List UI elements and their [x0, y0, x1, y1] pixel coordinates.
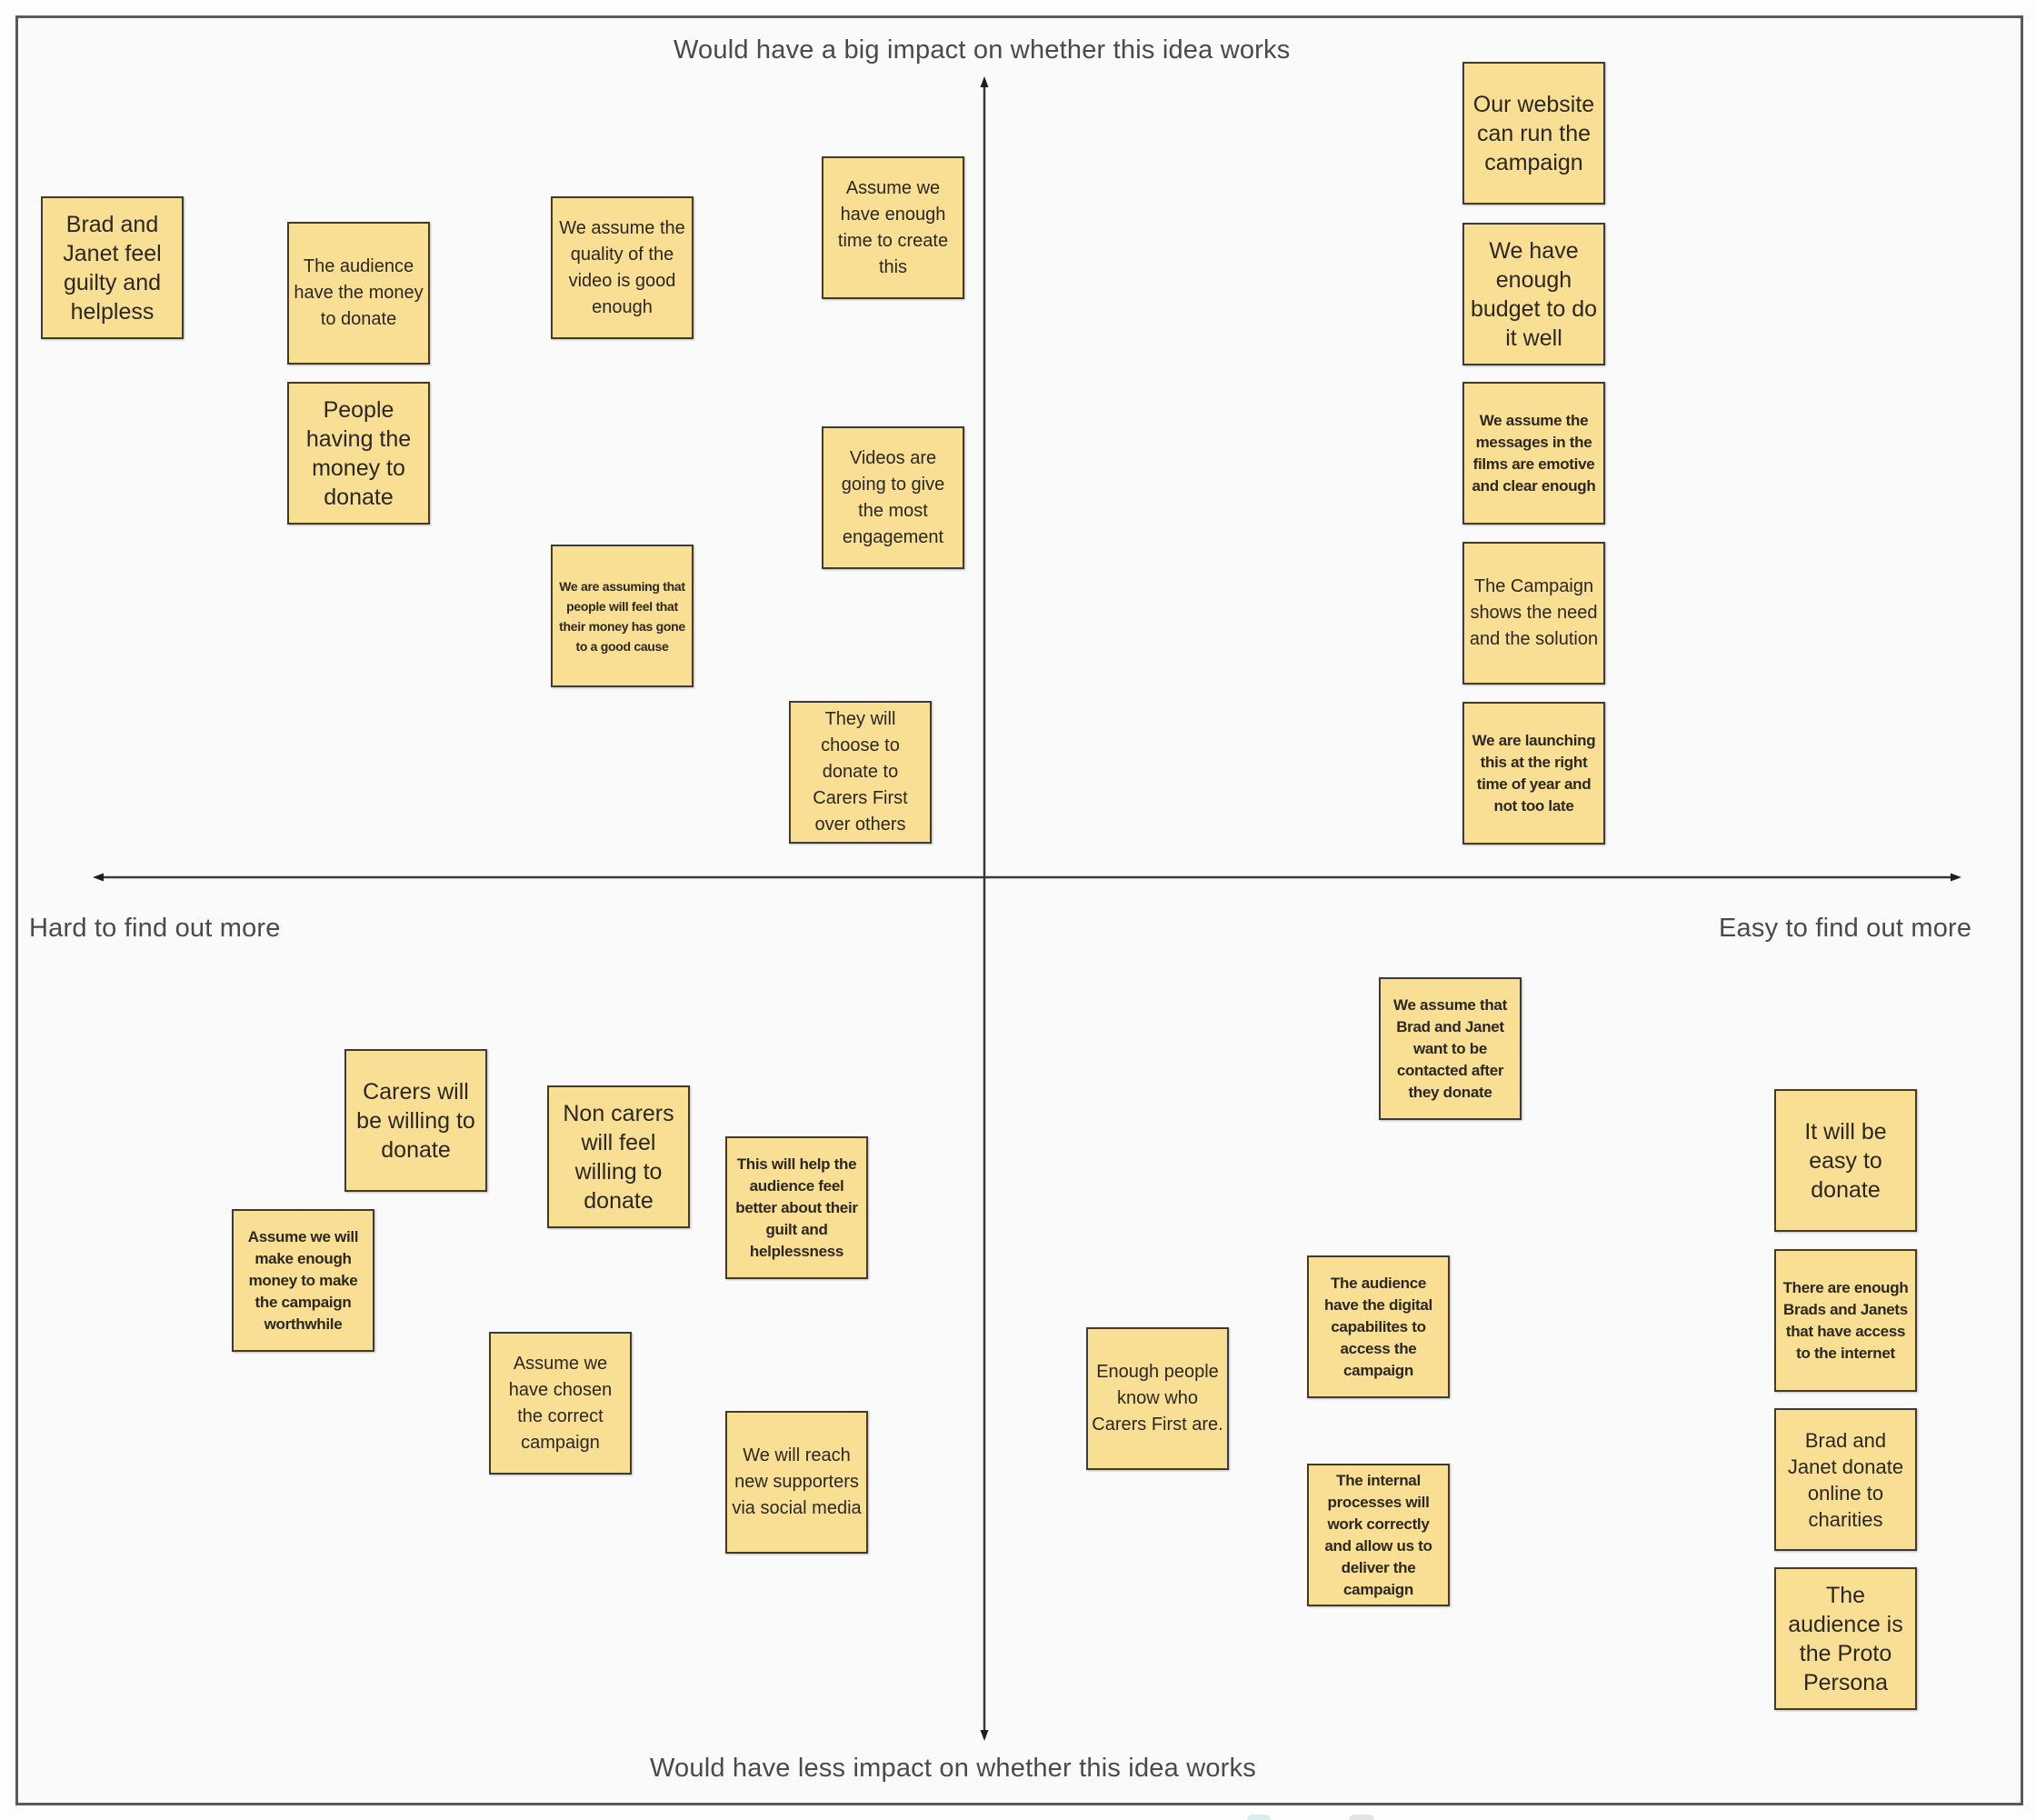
sticky-note-text: Assume we have chosen the correct campai… [508, 1353, 613, 1453]
axis-label-bottom: Would have less impact on whether this i… [650, 1754, 1256, 1783]
sticky-note-text: The Campaign shows the need and the solu… [1469, 576, 1599, 649]
sticky-note-text: Videos are going to give the most engage… [841, 447, 945, 547]
sticky-note[interactable]: We assume that Brad and Janet want to be… [1379, 977, 1522, 1120]
sticky-note[interactable]: Videos are going to give the most engage… [822, 426, 964, 569]
sticky-note-text: We are launching this at the right time … [1472, 731, 1596, 815]
sticky-note-text: Our website can run the campaign [1472, 91, 1595, 175]
sticky-note-text: The audience have the digital capabilite… [1324, 1274, 1432, 1379]
sticky-note[interactable]: There are enough Brads and Janets that h… [1774, 1249, 1917, 1392]
sticky-note[interactable]: We have enough budget to do it well [1462, 223, 1605, 365]
sticky-note[interactable]: We are launching this at the right time … [1462, 702, 1605, 845]
sticky-note-text: The audience is the Proto Persona [1788, 1582, 1903, 1695]
sticky-note[interactable]: Assume we have chosen the correct campai… [489, 1332, 632, 1475]
sticky-note[interactable]: The audience have the money to donate [287, 222, 430, 365]
sticky-note-text: Carers will be willing to donate [356, 1078, 475, 1163]
sticky-note-text: Assume we will make enough money to make… [247, 1227, 359, 1333]
sticky-note[interactable]: We are assuming that people will feel th… [551, 545, 694, 687]
sticky-note[interactable]: Brad and Janet feel guilty and helpless [41, 196, 184, 339]
sticky-note-text: We assume the messages in the films are … [1472, 411, 1596, 495]
sticky-note[interactable]: The audience is the Proto Persona [1774, 1567, 1917, 1710]
sticky-note-text: We assume that Brad and Janet want to be… [1393, 995, 1507, 1101]
sticky-note-text: They will choose to donate to Carers Fir… [813, 709, 908, 835]
sticky-note[interactable]: We assume the messages in the films are … [1462, 382, 1605, 525]
sticky-note-text: Non carers will feel willing to donate [563, 1100, 674, 1214]
sticky-note[interactable]: Non carers will feel willing to donate [547, 1085, 690, 1228]
sticky-note[interactable]: Carers will be willing to donate [344, 1049, 487, 1192]
axis-label-right: Easy to find out more [1719, 914, 1972, 943]
sticky-note-text: It will be easy to donate [1804, 1118, 1887, 1203]
sticky-note-text: We have enough budget to do it well [1470, 237, 1597, 351]
sticky-note-text: This will help the audience feel better … [735, 1155, 858, 1260]
axis-label-left: Hard to find out more [29, 914, 281, 943]
sticky-note-text: The audience have the money to donate [294, 256, 424, 329]
sticky-note-text: The internal processes will work correct… [1324, 1471, 1432, 1598]
sticky-note[interactable]: The audience have the digital capabilite… [1307, 1255, 1450, 1398]
sticky-note[interactable]: People having the money to donate [287, 382, 430, 525]
sticky-note[interactable]: Brad and Janet donate online to charitie… [1774, 1408, 1917, 1551]
sticky-note[interactable]: Our website can run the campaign [1462, 62, 1605, 205]
cropped-toolbar-hint [1247, 1815, 1271, 1820]
sticky-note-text: Brad and Janet donate online to charitie… [1787, 1428, 1904, 1531]
sticky-note-text: People having the money to donate [305, 396, 412, 510]
sticky-note[interactable]: Assume we will make enough money to make… [232, 1209, 374, 1352]
sticky-note[interactable]: Enough people know who Carers First are. [1086, 1327, 1229, 1470]
sticky-note-text: Assume we have enough time to create thi… [837, 177, 949, 277]
sticky-note-text: Brad and Janet feel guilty and helpless [63, 211, 162, 325]
sticky-note-text: We assume the quality of the video is go… [559, 217, 685, 317]
sticky-note[interactable]: We will reach new supporters via social … [725, 1411, 868, 1554]
sticky-note[interactable]: Assume we have enough time to create thi… [822, 156, 964, 299]
sticky-note-text: Enough people know who Carers First are. [1092, 1362, 1223, 1435]
sticky-note[interactable]: We assume the quality of the video is go… [551, 196, 694, 339]
axis-label-top: Would have a big impact on whether this … [674, 35, 1291, 65]
sticky-note[interactable]: It will be easy to donate [1774, 1089, 1917, 1232]
sticky-note[interactable]: The Campaign shows the need and the solu… [1462, 542, 1605, 685]
cropped-toolbar-hint [1349, 1815, 1374, 1820]
sticky-note[interactable]: The internal processes will work correct… [1307, 1464, 1450, 1606]
sticky-note-text: There are enough Brads and Janets that h… [1782, 1278, 1909, 1362]
sticky-note-text: We will reach new supporters via social … [732, 1445, 862, 1518]
sticky-note-text: We are assuming that people will feel th… [559, 578, 685, 654]
sticky-note[interactable]: This will help the audience feel better … [725, 1136, 868, 1279]
sticky-note[interactable]: They will choose to donate to Carers Fir… [789, 701, 932, 844]
